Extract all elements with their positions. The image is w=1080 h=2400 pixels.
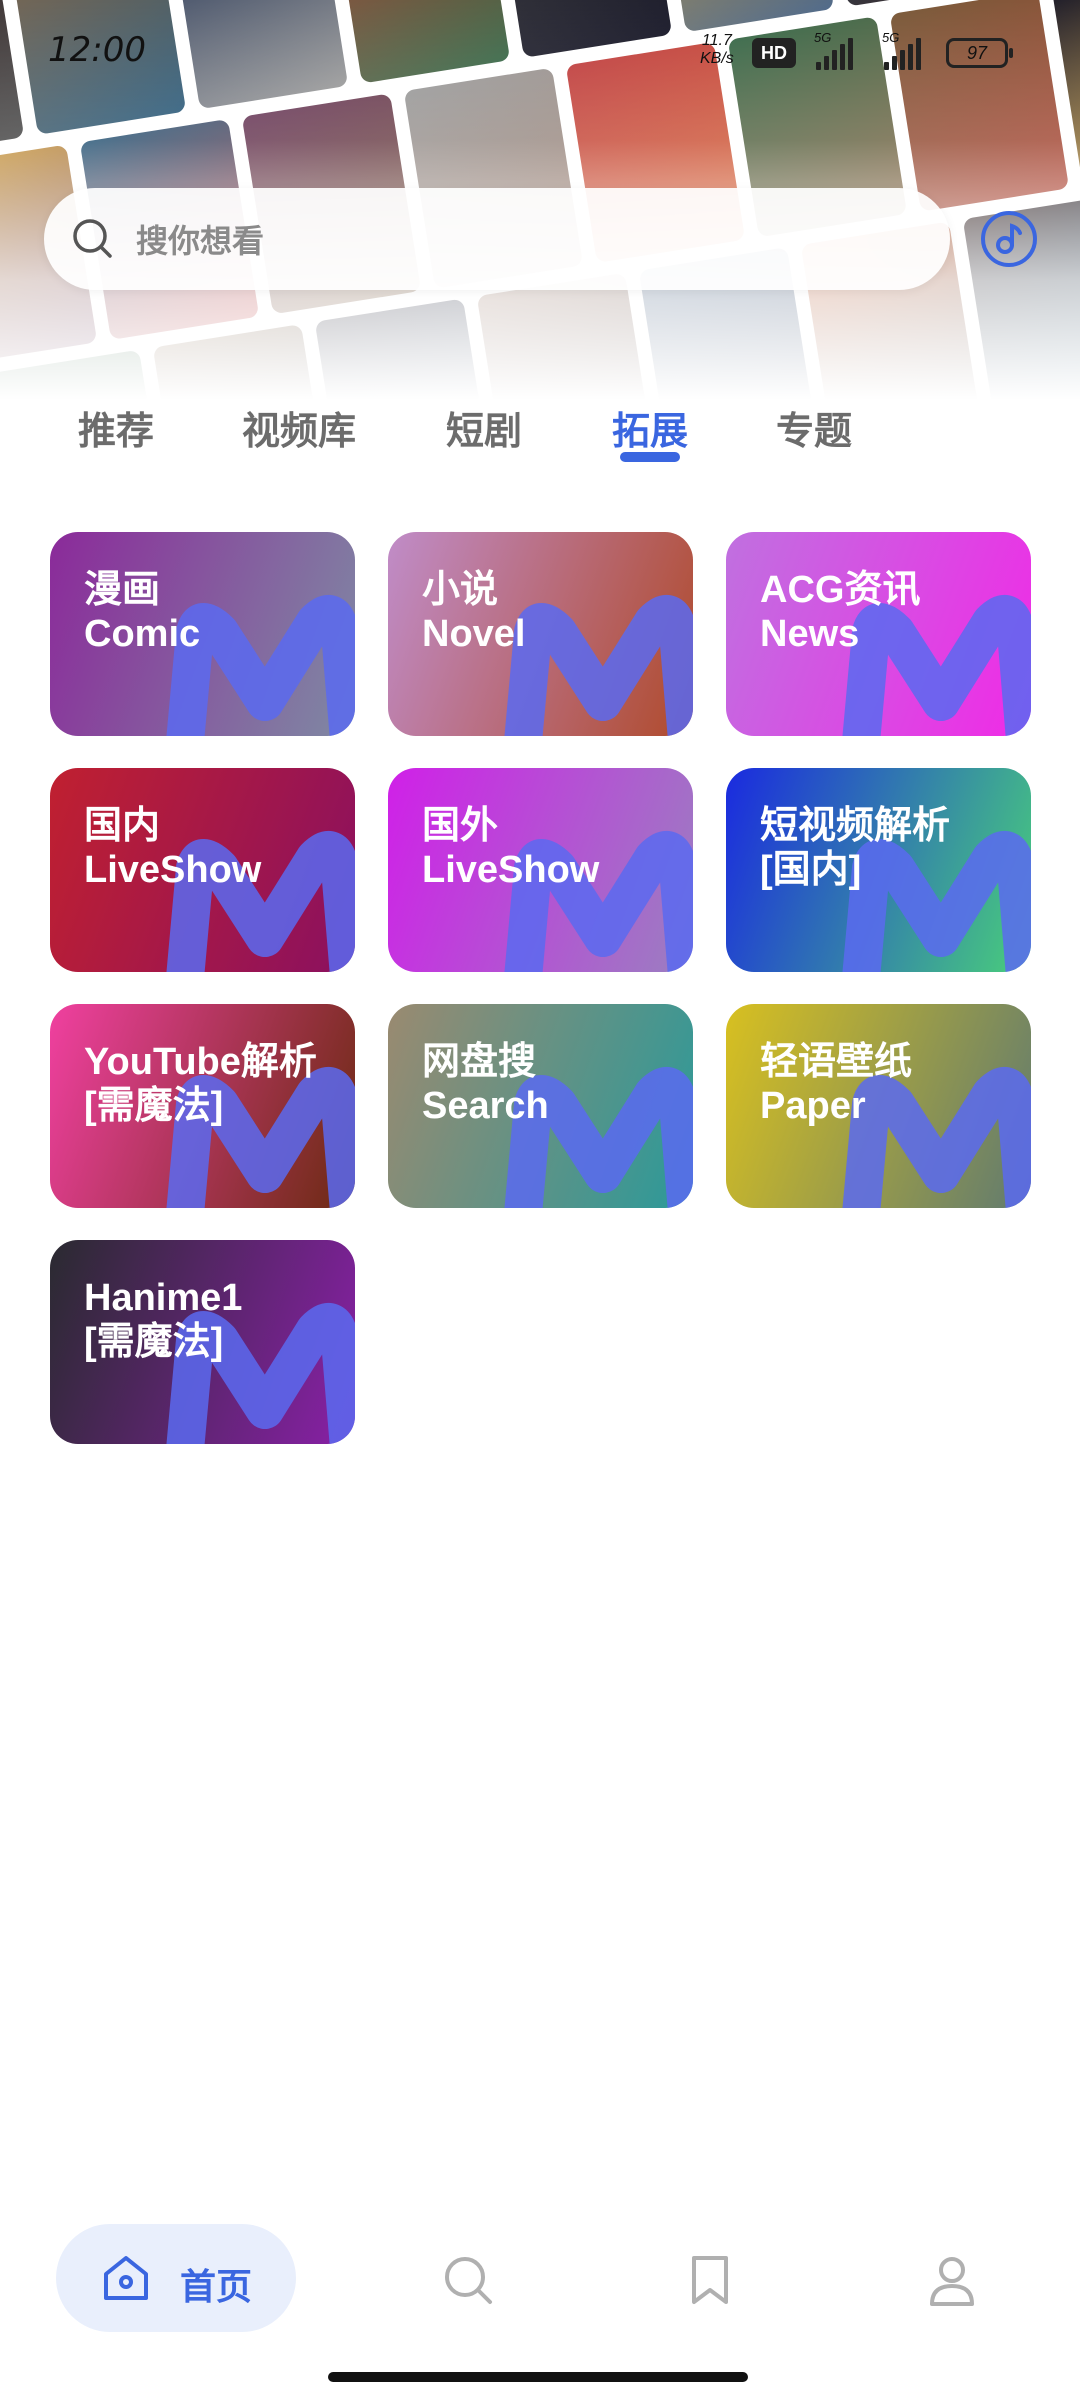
card-title: Hanime1 <box>84 1277 243 1319</box>
bottom-nav: 首页 <box>0 2200 1080 2360</box>
card-title: 网盘搜 <box>422 1041 537 1083</box>
signal-label: 5G <box>814 30 832 45</box>
tab-video-library[interactable]: 视频库 <box>242 400 356 455</box>
nav-home-label: 首页 <box>180 2266 253 2307</box>
home-indicator[interactable] <box>328 2372 748 2382</box>
signal-icon-2: 5G <box>882 30 921 70</box>
home-icon <box>104 2256 148 2300</box>
card-subtitle: Search <box>422 1085 549 1127</box>
card-hanime[interactable]: Hanime1 [需魔法] <box>50 1240 355 1444</box>
card-title: 轻语壁纸 <box>760 1041 913 1083</box>
card-subtitle: LiveShow <box>422 849 600 891</box>
tab-extension[interactable]: 拓展 <box>612 400 688 455</box>
m-logo-decoration <box>504 595 693 736</box>
category-tabs: 推荐 视频库 短剧 拓展 专题 <box>0 390 1080 480</box>
tab-topics[interactable]: 专题 <box>776 400 852 455</box>
status-bar: 12:00 11.7 KB/s HD 5G 5G 97 <box>0 0 1080 100</box>
network-speed-unit: KB/s <box>700 50 734 67</box>
active-tab-indicator <box>620 452 680 462</box>
tab-recommend[interactable]: 推荐 <box>78 400 154 455</box>
card-comic[interactable]: 漫画 Comic <box>50 532 355 736</box>
nav-home[interactable]: 首页 <box>56 2224 296 2332</box>
card-domestic-liveshow[interactable]: 国内 LiveShow <box>50 768 355 972</box>
card-subtitle: News <box>760 613 860 655</box>
card-subtitle: LiveShow <box>84 849 262 891</box>
card-title: 漫画 <box>84 569 161 611</box>
signal-label-2: 5G <box>882 30 900 45</box>
card-title: YouTube解析 <box>84 1041 317 1083</box>
search-placeholder: 搜你想看 <box>136 223 265 259</box>
search-bar[interactable]: 搜你想看 <box>44 188 950 290</box>
card-wallpaper[interactable]: 轻语壁纸 Paper <box>726 1004 1031 1208</box>
card-youtube-parse[interactable]: YouTube解析 [需魔法] <box>50 1004 355 1208</box>
card-subtitle: [需魔法] <box>84 1085 224 1127</box>
network-speed: 11.7 KB/s <box>700 32 734 68</box>
card-title: 短视频解析 <box>760 805 951 847</box>
card-subtitle: Paper <box>760 1085 866 1127</box>
battery-icon: 97 <box>946 38 1013 68</box>
card-acg-news[interactable]: ACG资讯 News <box>726 532 1031 736</box>
bookmark-icon[interactable] <box>682 2252 738 2308</box>
card-title: 小说 <box>422 569 499 611</box>
card-short-video-parse[interactable]: 短视频解析 [国内] <box>726 768 1031 972</box>
card-subtitle: Novel <box>422 613 526 655</box>
hd-badge: HD <box>752 38 796 68</box>
card-netdisk-search[interactable]: 网盘搜 Search <box>388 1004 693 1208</box>
card-title: ACG资讯 <box>760 569 921 611</box>
card-title: 国内 <box>84 805 161 847</box>
card-novel[interactable]: 小说 Novel <box>388 532 693 736</box>
music-disc-icon[interactable] <box>978 208 1040 270</box>
status-time: 12:00 <box>48 30 146 70</box>
tab-short-drama[interactable]: 短剧 <box>446 400 522 455</box>
card-foreign-liveshow[interactable]: 国外 LiveShow <box>388 768 693 972</box>
search-icon[interactable] <box>440 2252 496 2308</box>
signal-icon: 5G <box>814 30 853 70</box>
network-speed-value: 11.7 <box>701 32 732 49</box>
card-subtitle: [需魔法] <box>84 1321 224 1363</box>
card-subtitle: [国内] <box>760 849 862 891</box>
search-icon <box>73 219 112 258</box>
profile-icon[interactable] <box>924 2252 980 2308</box>
card-subtitle: Comic <box>84 613 201 655</box>
card-title: 国外 <box>422 805 499 847</box>
